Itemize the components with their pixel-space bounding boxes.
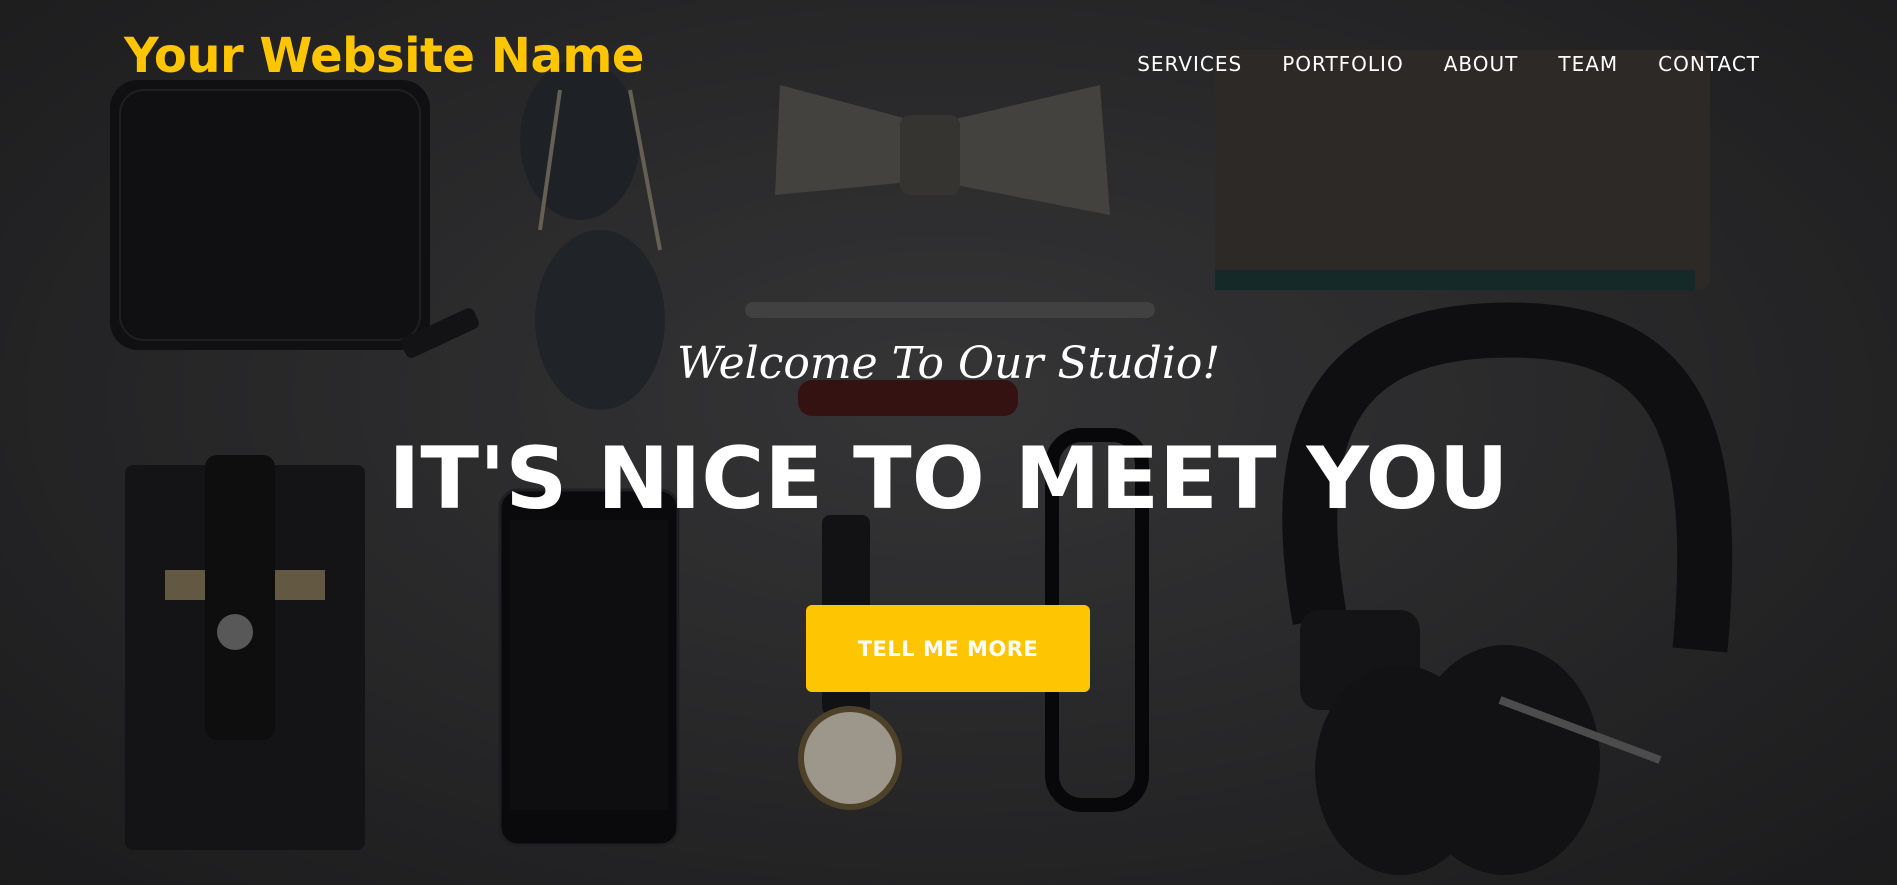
hero-section: Your Website Name SERVICES PORTFOLIO ABO… [0, 0, 1897, 885]
intro-lead-text: Welcome To Our Studio! [676, 338, 1221, 389]
tell-me-more-button[interactable]: TELL ME MORE [806, 605, 1090, 692]
intro-section: Welcome To Our Studio! IT'S NICE TO MEET… [0, 0, 1897, 885]
intro-heading: IT'S NICE TO MEET YOU [388, 429, 1509, 529]
